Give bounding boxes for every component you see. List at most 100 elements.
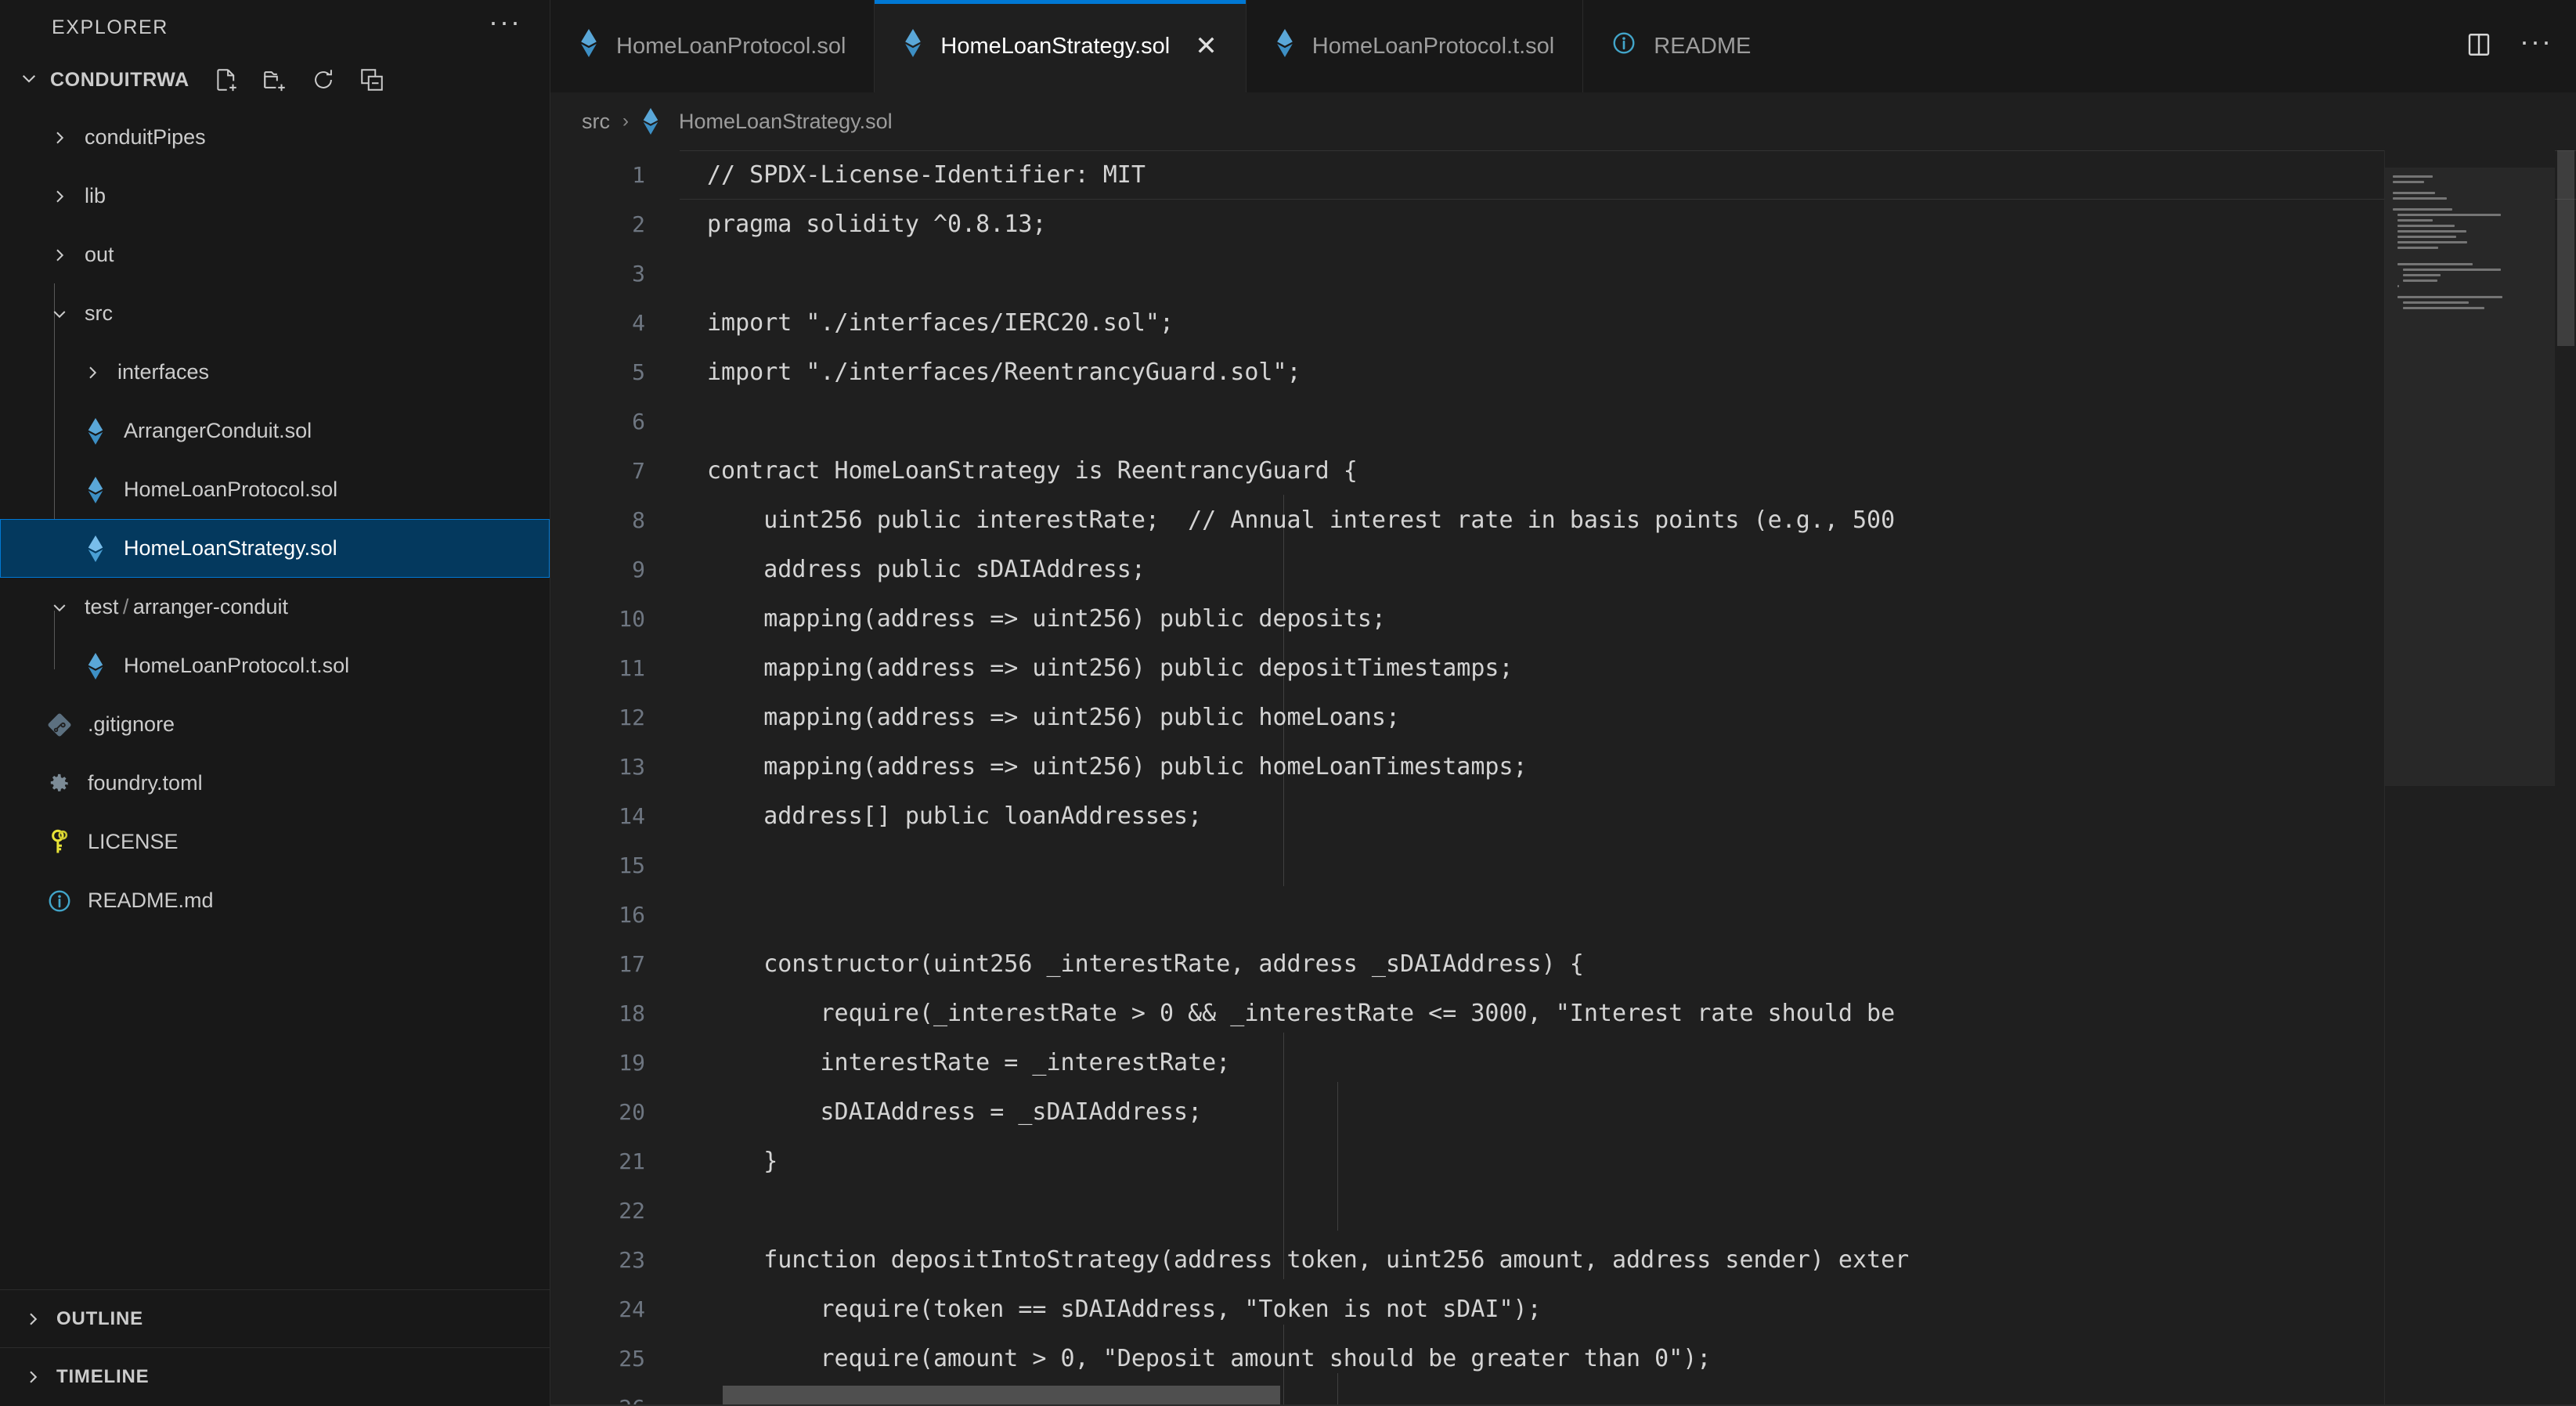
code-line[interactable]: 13 mapping(address => uint256) public ho… — [550, 742, 2576, 791]
tree-item-folder[interactable]: test / arranger-conduit — [0, 578, 550, 636]
code-line[interactable]: 14 address[] public loanAddresses; — [550, 791, 2576, 841]
chevron-down-icon[interactable] — [14, 68, 44, 92]
code-line[interactable]: 1 // SPDX-License-Identifier: MIT — [550, 150, 2576, 200]
editor-more-actions-icon[interactable]: ··· — [2520, 27, 2553, 56]
code-line-text: address public sDAIAddress; — [707, 556, 1145, 583]
tree-item-label-suffix: arranger-conduit — [132, 595, 288, 618]
tab-readme[interactable]: README — [1583, 0, 1780, 92]
code-line-text: sDAIAddress = _sDAIAddress; — [707, 1098, 1203, 1126]
code-line[interactable]: 18 require(_interestRate > 0 && _interes… — [550, 989, 2576, 1038]
chevron-right-icon[interactable] — [75, 363, 110, 382]
code-line[interactable]: 15 — [550, 841, 2576, 890]
code-line[interactable]: 2 pragma solidity ^0.8.13; — [550, 200, 2576, 249]
breadcrumb[interactable]: src › HomeLoanStrategy.sol — [550, 92, 2576, 150]
tree-item-folder[interactable]: interfaces — [0, 343, 550, 402]
explorer-more-actions-icon[interactable]: ··· — [489, 8, 521, 37]
code-line[interactable]: 19 interestRate = _interestRate; — [550, 1038, 2576, 1087]
chevron-right-icon[interactable] — [42, 187, 77, 206]
chevron-right-icon[interactable] — [17, 1310, 49, 1328]
code-line[interactable]: 9 address public sDAIAddress; — [550, 545, 2576, 594]
split-editor-icon[interactable] — [2465, 31, 2493, 63]
breadcrumb-folder[interactable]: src — [582, 110, 610, 134]
file-tree[interactable]: conduitPipes lib out src interfaces Arra… — [0, 105, 550, 1289]
code-line[interactable]: 7 contract HomeLoanStrategy is Reentrancy… — [550, 446, 2576, 496]
code-line[interactable]: 3 — [550, 249, 2576, 298]
breadcrumb-file[interactable]: HomeLoanStrategy.sol — [673, 110, 893, 134]
line-number: 19 — [619, 1050, 645, 1076]
code-line-text: pragma solidity ^0.8.13; — [707, 211, 1047, 238]
solidity-icon — [75, 417, 116, 445]
tree-item-file[interactable]: HomeLoanProtocol.t.sol — [0, 636, 550, 695]
solidity-icon — [903, 29, 923, 63]
line-number: 6 — [632, 409, 645, 434]
panel-outline[interactable]: OUTLINE — [0, 1290, 550, 1348]
close-icon[interactable]: ✕ — [1195, 33, 1218, 59]
chevron-right-icon[interactable] — [42, 246, 77, 265]
tree-item-label: conduitPipes — [85, 125, 206, 149]
minimap-segment — [2402, 274, 2441, 276]
key-icon — [39, 829, 80, 856]
minimap-line — [2393, 245, 2552, 251]
code-line[interactable]: 24 require(token == sDAIAddress, "Token … — [550, 1285, 2576, 1334]
tab-label: README — [1654, 33, 1752, 59]
minimap-segment — [2402, 269, 2502, 271]
horizontal-scrollbar-thumb[interactable] — [723, 1386, 1280, 1406]
code-line[interactable]: 16 — [550, 890, 2576, 939]
code-line[interactable]: 17 constructor(uint256 _interestRate, ad… — [550, 939, 2576, 989]
tree-item-folder[interactable]: out — [0, 225, 550, 284]
minimap-segment — [2393, 175, 2433, 178]
code-line[interactable]: 23 function depositIntoStrategy(address … — [550, 1235, 2576, 1285]
code-line[interactable]: 11 mapping(address => uint256) public de… — [550, 644, 2576, 693]
tree-item-file[interactable]: ArrangerConduit.sol — [0, 402, 550, 460]
line-number: 25 — [619, 1346, 645, 1372]
code-line[interactable]: 6 — [550, 397, 2576, 446]
code-editor[interactable]: 1 // SPDX-License-Identifier: MIT 2 pragma … — [550, 150, 2576, 1406]
tree-item-file[interactable]: foundry.toml — [0, 754, 550, 813]
workspace-folder-row[interactable]: CONDUITRWA — [0, 55, 550, 105]
tree-item-file[interactable]: README.md — [0, 871, 550, 930]
collapse-all-icon[interactable] — [359, 67, 385, 93]
line-number: 13 — [619, 754, 645, 780]
chevron-down-icon[interactable] — [42, 598, 77, 617]
tab-homeloanstrategy-sol[interactable]: HomeLoanStrategy.sol ✕ — [875, 0, 1247, 92]
vertical-scrollbar-thumb[interactable] — [2557, 150, 2574, 346]
code-line[interactable]: 22 — [550, 1186, 2576, 1235]
code-line-text: constructor(uint256 _interestRate, addre… — [707, 950, 1584, 978]
code-line[interactable]: 10 mapping(address => uint256) public de… — [550, 594, 2576, 644]
chevron-right-icon[interactable] — [17, 1368, 49, 1386]
tree-item-file[interactable]: HomeLoanProtocol.sol — [0, 460, 550, 519]
tree-item-folder[interactable]: lib — [0, 167, 550, 225]
horizontal-scrollbar[interactable] — [680, 1386, 2576, 1406]
tree-item-file-selected[interactable]: HomeLoanStrategy.sol — [0, 519, 550, 578]
minimap[interactable] — [2384, 150, 2555, 1406]
code-line[interactable]: 4 import "./interfaces/IERC20.sol"; — [550, 298, 2576, 348]
code-viewport[interactable]: 1 // SPDX-License-Identifier: MIT 2 pragma … — [550, 150, 2576, 1406]
tree-item-file[interactable]: LICENSE — [0, 813, 550, 871]
minimap-segment — [2397, 225, 2455, 227]
code-line-text: mapping(address => uint256) public depos… — [707, 654, 1513, 682]
code-line[interactable]: 5 import "./interfaces/ReentrancyGuard.so… — [550, 348, 2576, 397]
tree-item-folder[interactable]: conduitPipes — [0, 108, 550, 167]
tab-homeloanprotocol-sol[interactable]: HomeLoanProtocol.sol — [550, 0, 875, 92]
path-separator: / — [118, 595, 133, 618]
new-file-icon[interactable] — [213, 67, 240, 93]
new-folder-icon[interactable] — [262, 67, 288, 93]
tree-item-file[interactable]: .gitignore — [0, 695, 550, 754]
code-line[interactable]: 12 mapping(address => uint256) public ho… — [550, 693, 2576, 742]
tree-item-folder[interactable]: src — [0, 284, 550, 343]
refresh-icon[interactable] — [310, 67, 337, 93]
chevron-down-icon[interactable] — [42, 305, 77, 323]
line-number: 22 — [619, 1198, 645, 1224]
panel-timeline[interactable]: TIMELINE — [0, 1348, 550, 1406]
minimap-line — [2393, 278, 2552, 283]
line-number: 17 — [619, 951, 645, 977]
minimap-segment — [2402, 279, 2438, 282]
tab-homeloanprotocol-t-sol[interactable]: HomeLoanProtocol.t.sol — [1246, 0, 1584, 92]
code-line[interactable]: 25 require(amount > 0, "Deposit amount s… — [550, 1334, 2576, 1383]
code-line[interactable]: 8 uint256 public interestRate; // Annual… — [550, 496, 2576, 545]
code-line[interactable]: 21 } — [550, 1137, 2576, 1186]
vertical-scrollbar[interactable] — [2555, 150, 2576, 1406]
tab-label: HomeLoanProtocol.t.sol — [1311, 33, 1555, 59]
code-line[interactable]: 20 sDAIAddress = _sDAIAddress; — [550, 1087, 2576, 1137]
chevron-right-icon[interactable] — [42, 128, 77, 147]
